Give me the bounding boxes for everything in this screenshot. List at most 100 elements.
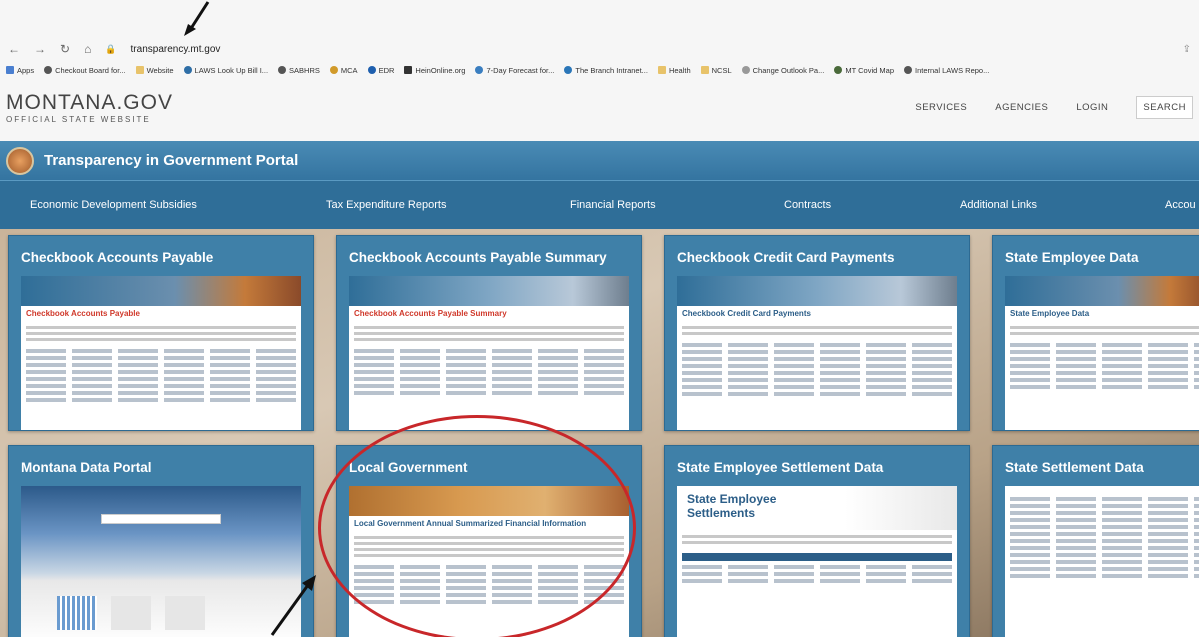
transparency-portal: Transparency in Government Portal Econom… <box>0 141 1199 637</box>
thumbnail-title: Local Government Annual Summarized Finan… <box>354 519 587 528</box>
bookmark-label: 7-Day Forecast for... <box>486 65 555 75</box>
thumbnail-banner <box>349 276 629 306</box>
thumbnail-title: State Employee Data <box>1010 309 1090 318</box>
montana-gov-logo[interactable]: MONTANA.GOV OFFICIAL STATE WEBSITE <box>6 91 173 124</box>
thumbnail-text <box>1005 321 1199 340</box>
globe-icon <box>904 66 912 74</box>
card-title: Montana Data Portal <box>21 460 152 475</box>
browser-toolbar: ← → ↻ ⌂ 🔒 transparency.mt.gov ⇪ <box>0 38 1199 60</box>
logo-sub-text: OFFICIAL STATE WEBSITE <box>6 114 151 124</box>
card-title: State Settlement Data <box>1005 460 1144 475</box>
bookmark-label: HeinOnline.org <box>415 65 466 75</box>
thumbnail-text <box>349 321 629 346</box>
thumbnail-table <box>1005 486 1199 578</box>
bookmark-label: MT Covid Map <box>845 65 894 75</box>
thumbnail-banner: State Employee Settlements <box>677 486 957 530</box>
card-title: State Employee Settlement Data <box>677 460 884 475</box>
home-icon[interactable]: ⌂ <box>84 42 91 56</box>
card-checkbook-accounts-payable-summary[interactable]: Checkbook Accounts Payable Summary Check… <box>336 235 642 431</box>
bookmark-label: Apps <box>17 65 35 75</box>
card-title: Checkbook Accounts Payable Summary <box>349 250 607 265</box>
folder-icon <box>135 66 144 74</box>
bookmark-item[interactable]: EDR <box>367 65 395 75</box>
card-checkbook-accounts-payable[interactable]: Checkbook Accounts Payable Checkbook Acc… <box>8 235 314 431</box>
bookmark-item[interactable]: SABHRS <box>278 66 320 75</box>
globe-icon <box>278 66 287 74</box>
menu-contracts[interactable]: Contracts <box>784 199 831 211</box>
bookmark-item[interactable]: Apps <box>6 66 34 75</box>
thumbnail-table <box>677 565 957 583</box>
screenshot: ← → ↻ ⌂ 🔒 transparency.mt.gov ⇪ Apps Che… <box>0 0 1199 637</box>
bookmark-item[interactable]: LAWS Look Up Bill I... <box>183 66 268 75</box>
card-state-settlement-data[interactable]: State Settlement Data <box>992 445 1199 637</box>
menu-additional-links[interactable]: Additional Links <box>960 199 1037 211</box>
thumbnail-table <box>1005 343 1199 389</box>
thumbnail-table <box>349 349 629 395</box>
nav-services[interactable]: SERVICES <box>915 102 967 113</box>
thumbnail-chart <box>57 596 97 630</box>
card-title: State Employee Data <box>1005 250 1139 265</box>
menu-tax-expenditure[interactable]: Tax Expenditure Reports <box>326 199 446 211</box>
weather-icon <box>475 66 484 74</box>
reload-icon[interactable]: ↻ <box>60 42 70 56</box>
card-local-government[interactable]: Local Government Local Government Annual… <box>336 445 642 637</box>
arrow-annotation-icon <box>270 575 316 636</box>
bookmark-item[interactable]: Website <box>135 65 174 75</box>
thumbnail-table <box>21 349 301 402</box>
bookmark-item[interactable]: NCSL <box>700 66 732 75</box>
laws-icon <box>183 66 192 74</box>
nav-login[interactable]: LOGIN <box>1076 102 1108 113</box>
thumbnail-text <box>21 321 301 346</box>
bookmark-item[interactable]: MT Covid Map <box>834 66 894 75</box>
card-state-employee-settlement-data[interactable]: State Employee Settlement Data State Emp… <box>664 445 970 637</box>
bookmark-item[interactable]: Internal LAWS Repo... <box>904 66 989 75</box>
menu-financial-reports[interactable]: Financial Reports <box>570 199 656 211</box>
share-icon[interactable]: ⇪ <box>1183 44 1191 55</box>
thumbnail-table <box>349 565 629 604</box>
branch-icon <box>564 66 573 74</box>
nav-agencies[interactable]: AGENCIES <box>995 102 1048 113</box>
portal-search-input <box>101 514 221 524</box>
heinonline-icon <box>404 66 413 74</box>
apps-grid-icon <box>6 66 14 74</box>
globe-icon <box>44 66 53 74</box>
bookmark-item[interactable]: 7-Day Forecast for... <box>475 66 554 75</box>
lock-icon: 🔒 <box>105 43 117 54</box>
bookmark-item[interactable]: The Branch Intranet... <box>564 66 648 75</box>
bookmark-item[interactable]: Change Outlook Pa... <box>741 65 825 75</box>
folder-icon <box>700 66 709 74</box>
bookmark-label: Internal LAWS Repo... <box>915 65 990 75</box>
bookmark-item[interactable]: Checkout Board for... <box>44 65 126 75</box>
forward-icon[interactable]: → <box>34 42 46 56</box>
bookmark-label: Website <box>146 65 174 75</box>
bookmark-item[interactable]: MCA <box>329 66 358 75</box>
menu-accounts[interactable]: Accou <box>1165 199 1196 211</box>
thumbnail-text <box>349 531 629 562</box>
edr-icon <box>367 66 376 74</box>
folder-icon <box>657 66 666 74</box>
thumbnail-text <box>677 321 957 340</box>
bookmark-label: SABHRS <box>289 65 320 75</box>
bookmark-item[interactable]: Health <box>657 66 691 75</box>
address-bar[interactable]: transparency.mt.gov <box>131 44 221 55</box>
search-input[interactable]: SEARCH <box>1136 95 1193 119</box>
bookmark-item[interactable]: HeinOnline.org <box>404 66 465 75</box>
back-icon[interactable]: ← <box>8 42 20 56</box>
thumbnail-table <box>677 343 957 396</box>
menu-economic-development[interactable]: Economic Development Subsidies <box>30 199 197 211</box>
logo-main-text: MONTANA.GOV <box>6 90 173 114</box>
bookmark-label: EDR <box>378 65 395 75</box>
outlook-icon <box>741 66 750 74</box>
bookmark-label: Checkout Board for... <box>55 65 126 75</box>
thumbnail-widget <box>165 596 205 630</box>
card-thumbnail <box>21 486 301 637</box>
thumbnail-banner <box>1005 276 1199 306</box>
thumbnail-title: State Employee Settlements <box>687 492 777 520</box>
card-thumbnail: Checkbook Accounts Payable Summary <box>349 276 629 430</box>
card-state-employee-data[interactable]: State Employee Data State Employee Data <box>992 235 1199 431</box>
bookmark-label: Change Outlook Pa... <box>752 65 825 75</box>
card-checkbook-credit-card-payments[interactable]: Checkbook Credit Card Payments Checkbook… <box>664 235 970 431</box>
thumbnail-title: Checkbook Accounts Payable <box>26 309 140 318</box>
bookmarks-bar: Apps Checkout Board for... Website LAWS … <box>0 60 1199 80</box>
card-thumbnail: State Employee Data <box>1005 276 1199 430</box>
